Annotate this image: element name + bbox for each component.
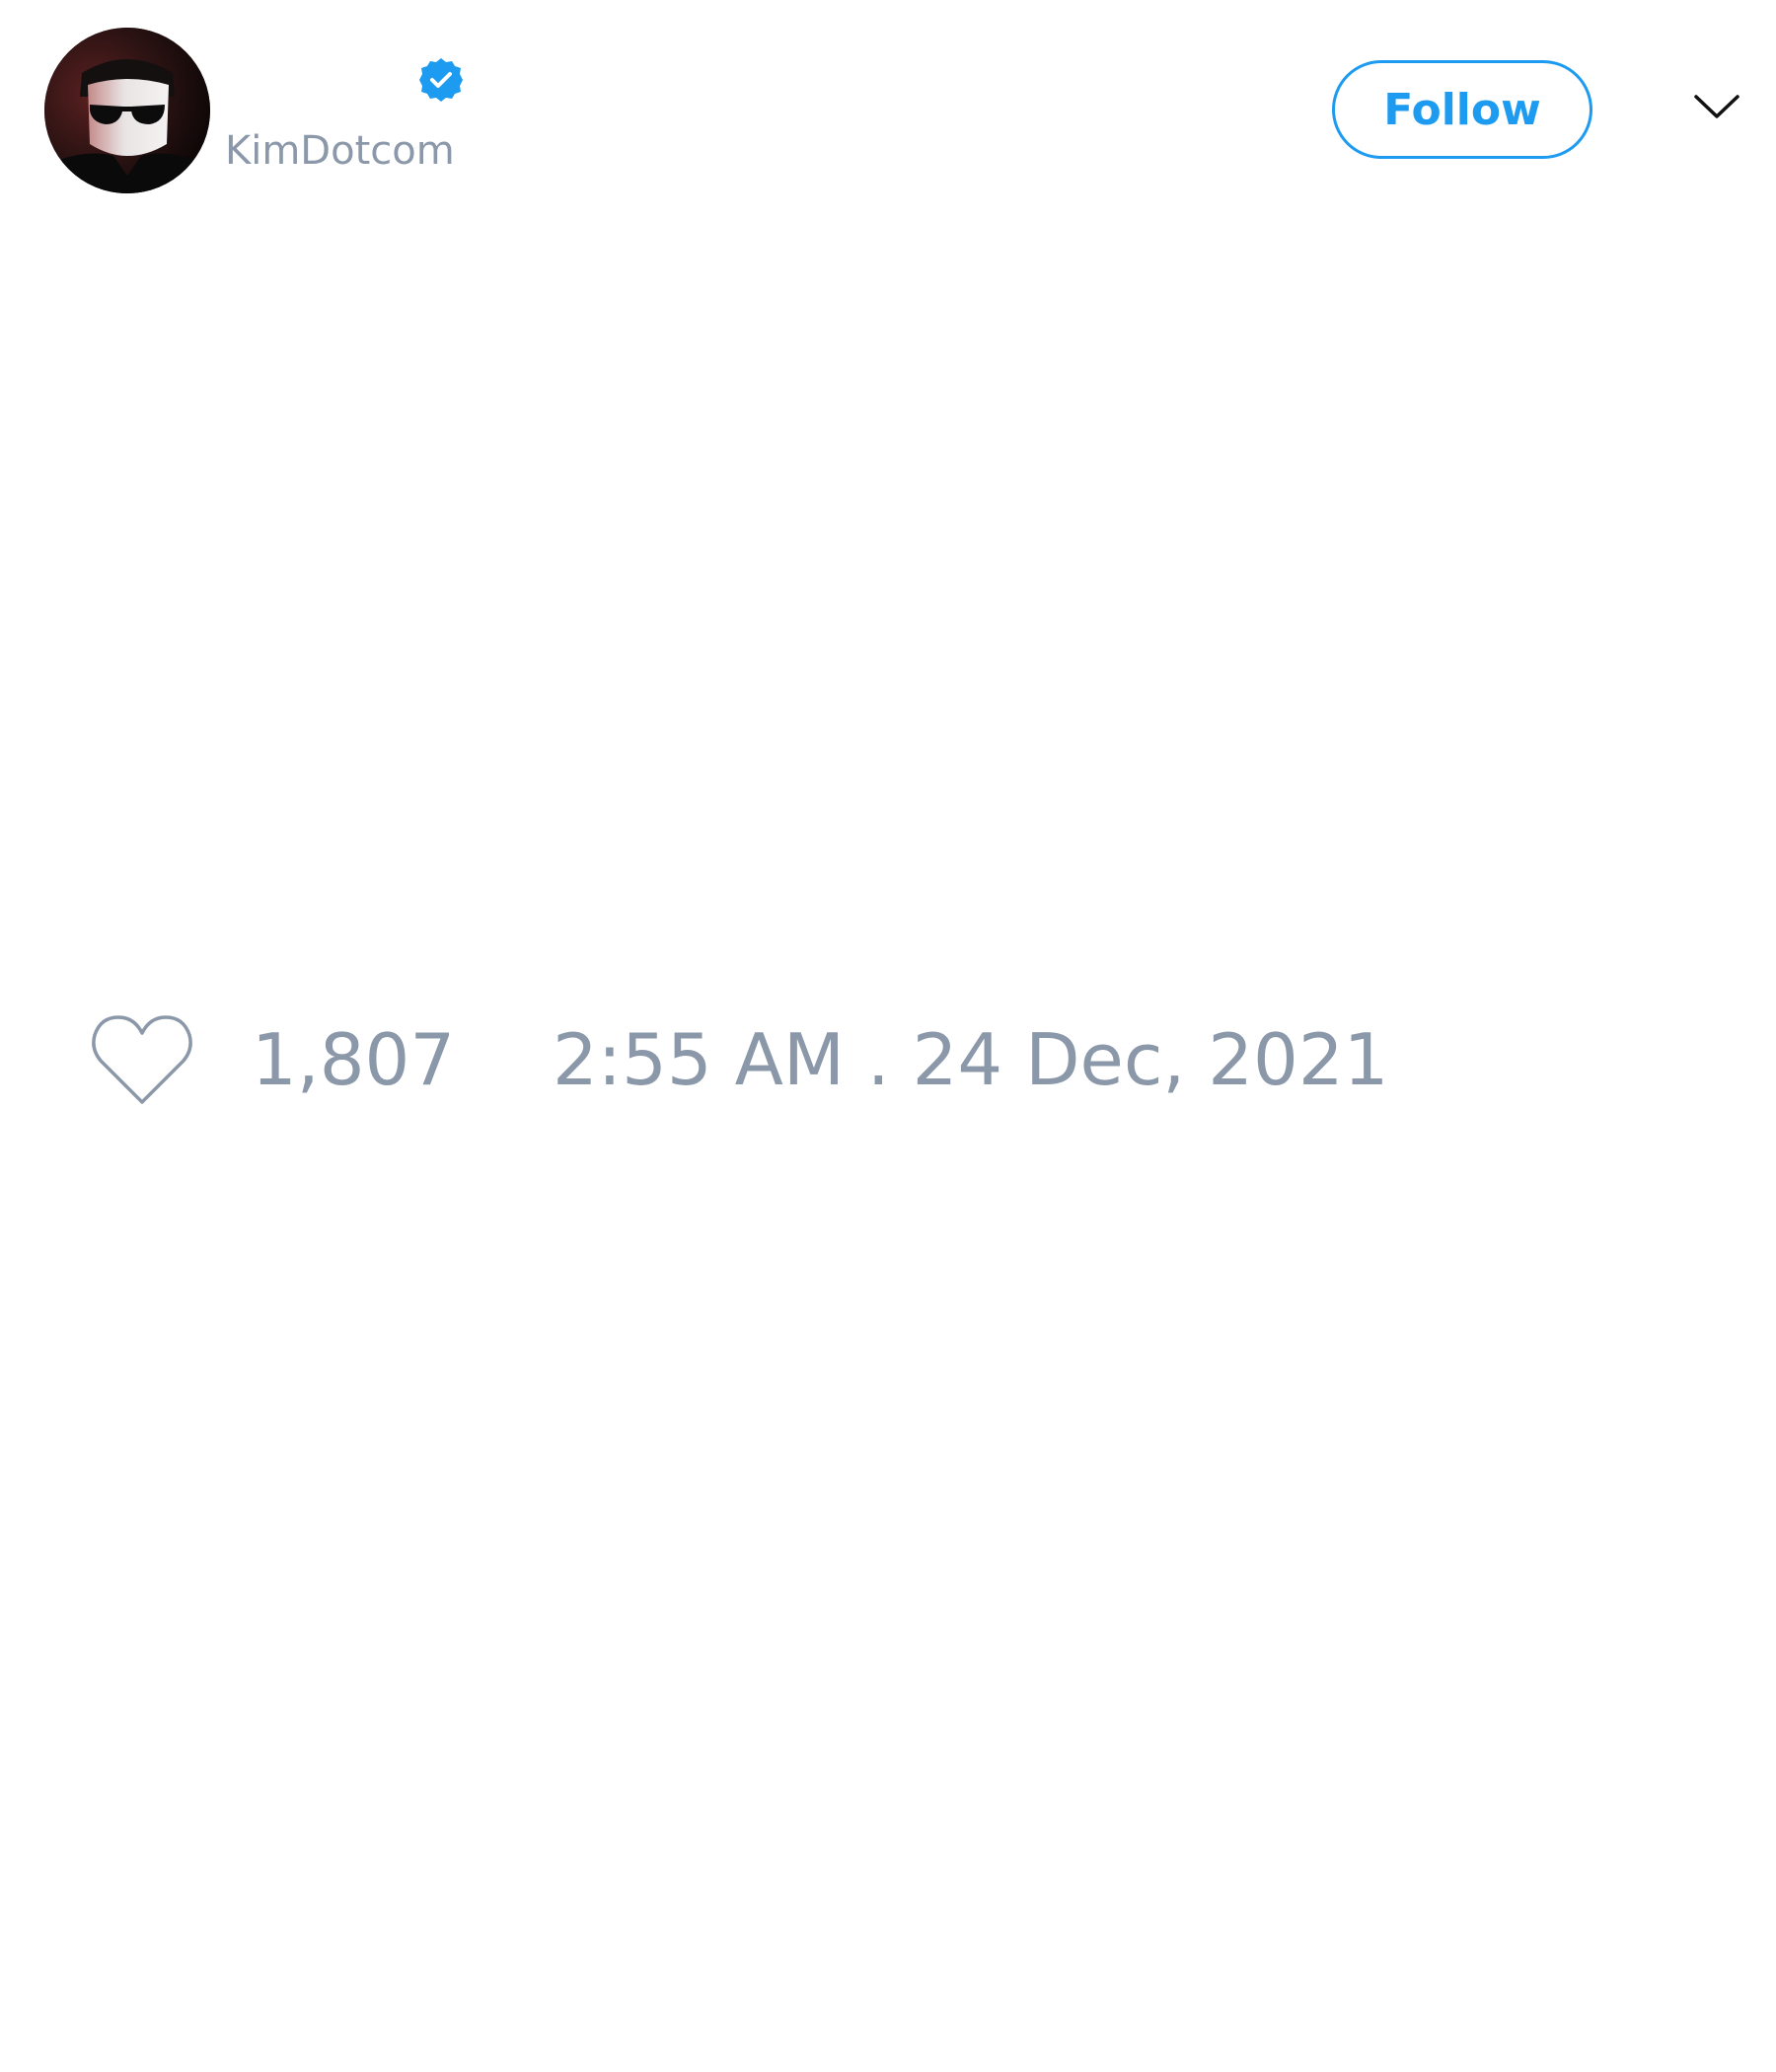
tweet-timestamp[interactable]: 2:55 AM . 24 Dec, 2021: [553, 1020, 1388, 1099]
follow-button-label: Follow: [1383, 84, 1541, 135]
follow-button[interactable]: Follow: [1332, 60, 1592, 159]
chevron-down-icon[interactable]: [1693, 91, 1740, 122]
like-count: 1,807: [252, 1018, 456, 1101]
author-handle[interactable]: KimDotcom: [225, 128, 455, 174]
avatar[interactable]: [44, 28, 210, 193]
verified-badge-icon: [417, 56, 465, 104]
avatar-photo: [44, 28, 210, 193]
tweet-header: KimDotcom Follow: [0, 0, 1776, 207]
heart-outline-icon[interactable]: [89, 1011, 195, 1110]
